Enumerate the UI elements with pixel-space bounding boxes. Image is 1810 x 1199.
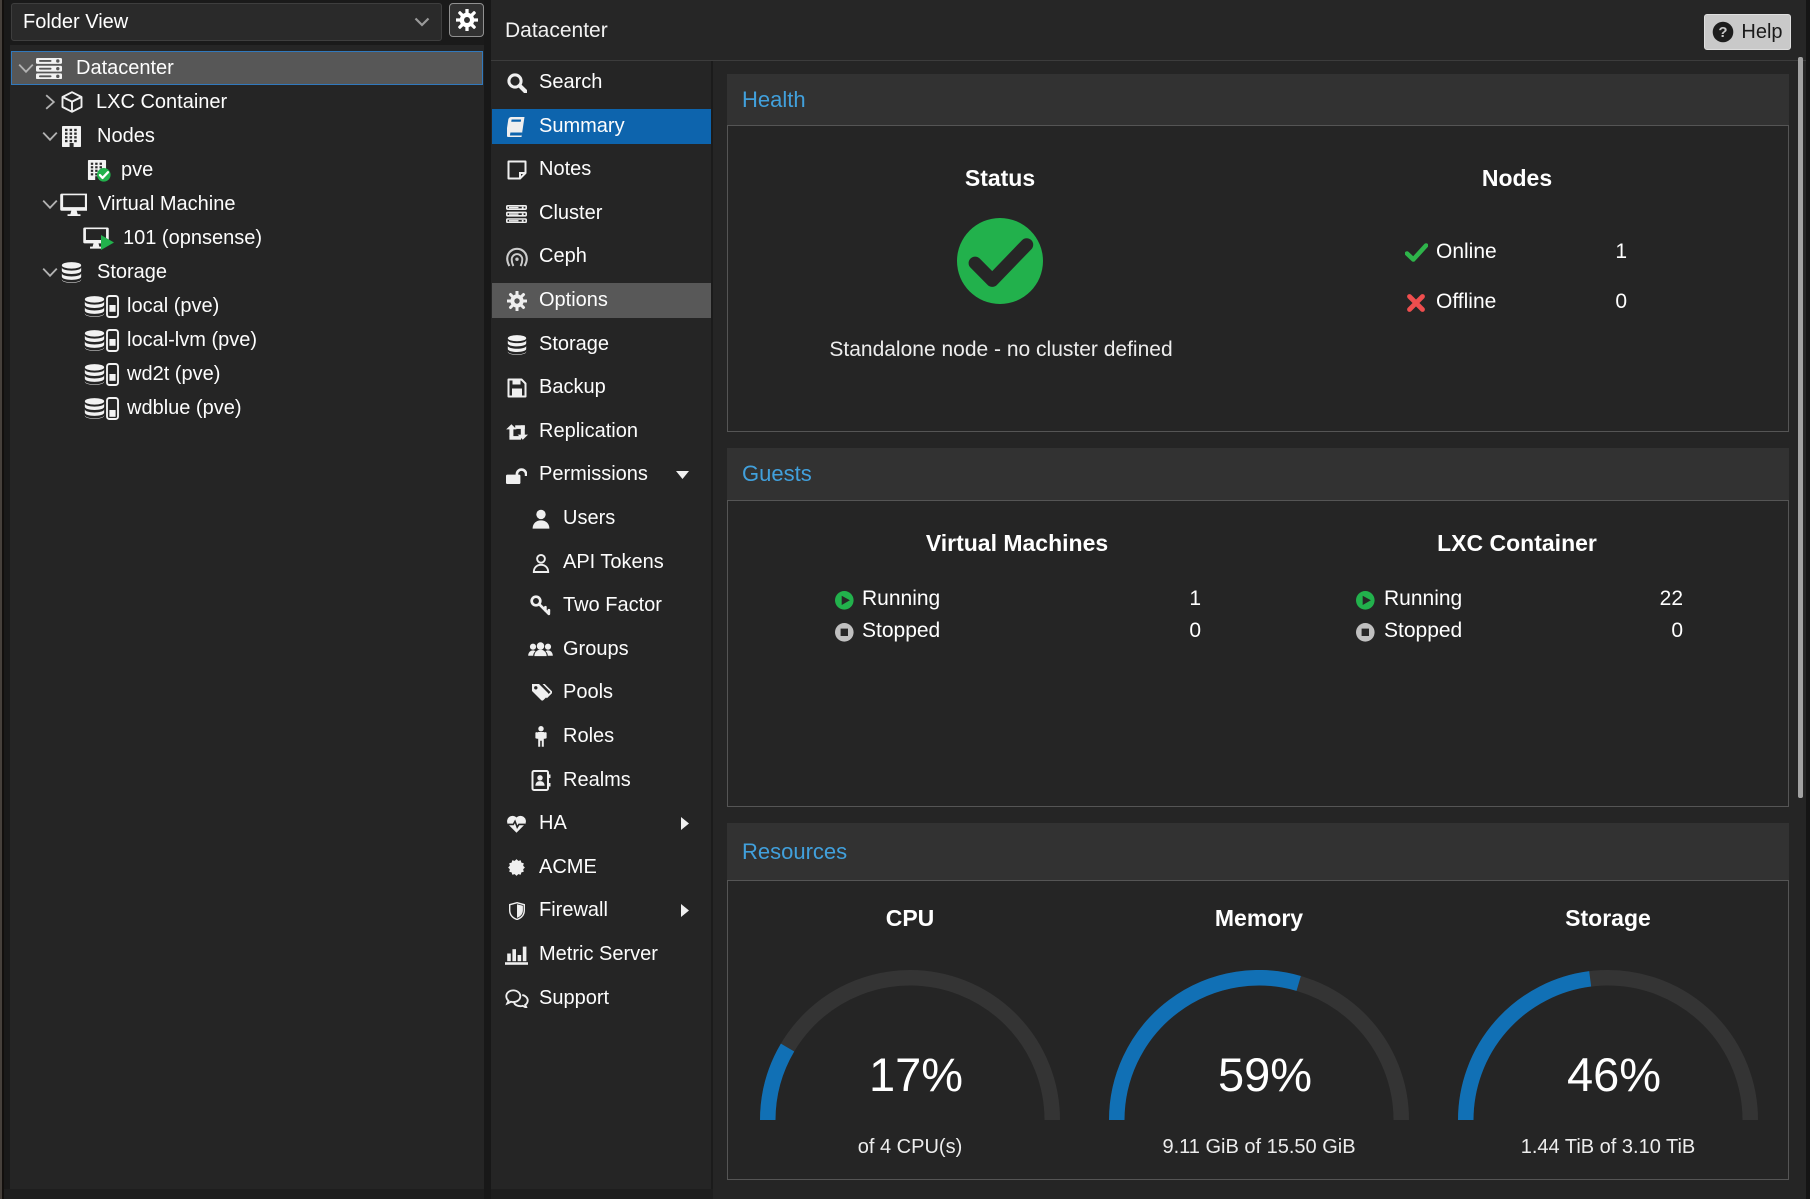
svg-text:?: ?	[1719, 24, 1728, 41]
